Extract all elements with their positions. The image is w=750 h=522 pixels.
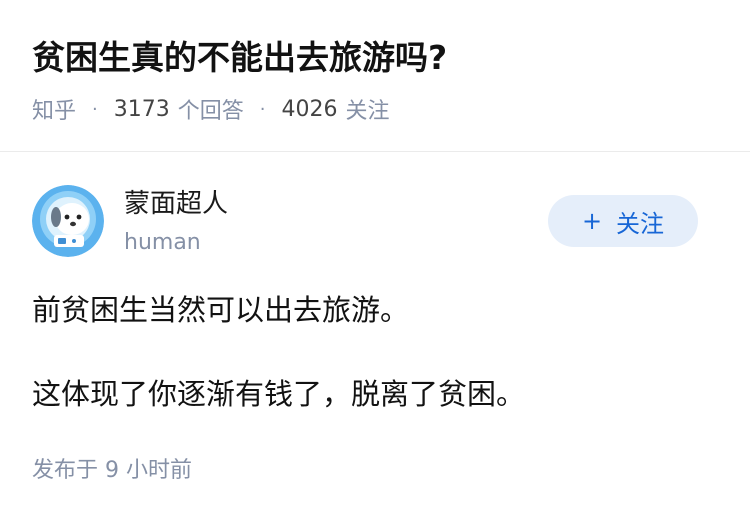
meta-separator: · bbox=[259, 98, 266, 120]
author-avatar[interactable] bbox=[32, 185, 104, 257]
follow-button-label: 关注 bbox=[616, 209, 665, 238]
answer-paragraph: 前贫困生当然可以出去旅游。 bbox=[32, 293, 410, 327]
author-name[interactable]: 蒙面超人 bbox=[124, 186, 228, 222]
source-label[interactable]: 知乎 bbox=[32, 93, 76, 125]
answer-paragraph: 这体现了你逐渐有钱了，脱离了贫困。 bbox=[32, 377, 526, 411]
question-meta: 知乎 · 3173 个回答 · 4026 关注 bbox=[32, 92, 390, 126]
published-time[interactable]: 发布于 9 小时前 bbox=[32, 455, 192, 487]
dog-astronaut-icon bbox=[32, 185, 104, 257]
follower-count-label: 关注 bbox=[345, 99, 390, 124]
meta-separator: · bbox=[92, 98, 98, 120]
follower-count: 4026 bbox=[281, 96, 338, 122]
author-headline: human bbox=[124, 230, 201, 255]
follow-button[interactable]: + 关注 bbox=[548, 195, 698, 247]
answer-count-label: 个回答 bbox=[177, 99, 244, 124]
answer-count: 3173 bbox=[113, 96, 170, 122]
question-title[interactable]: 贫困生真的不能出去旅游吗? bbox=[32, 36, 447, 80]
question-header: 贫困生真的不能出去旅游吗? 知乎 · 3173 个回答 · 4026 关注 bbox=[0, 0, 750, 152]
plus-icon: + bbox=[581, 207, 603, 235]
